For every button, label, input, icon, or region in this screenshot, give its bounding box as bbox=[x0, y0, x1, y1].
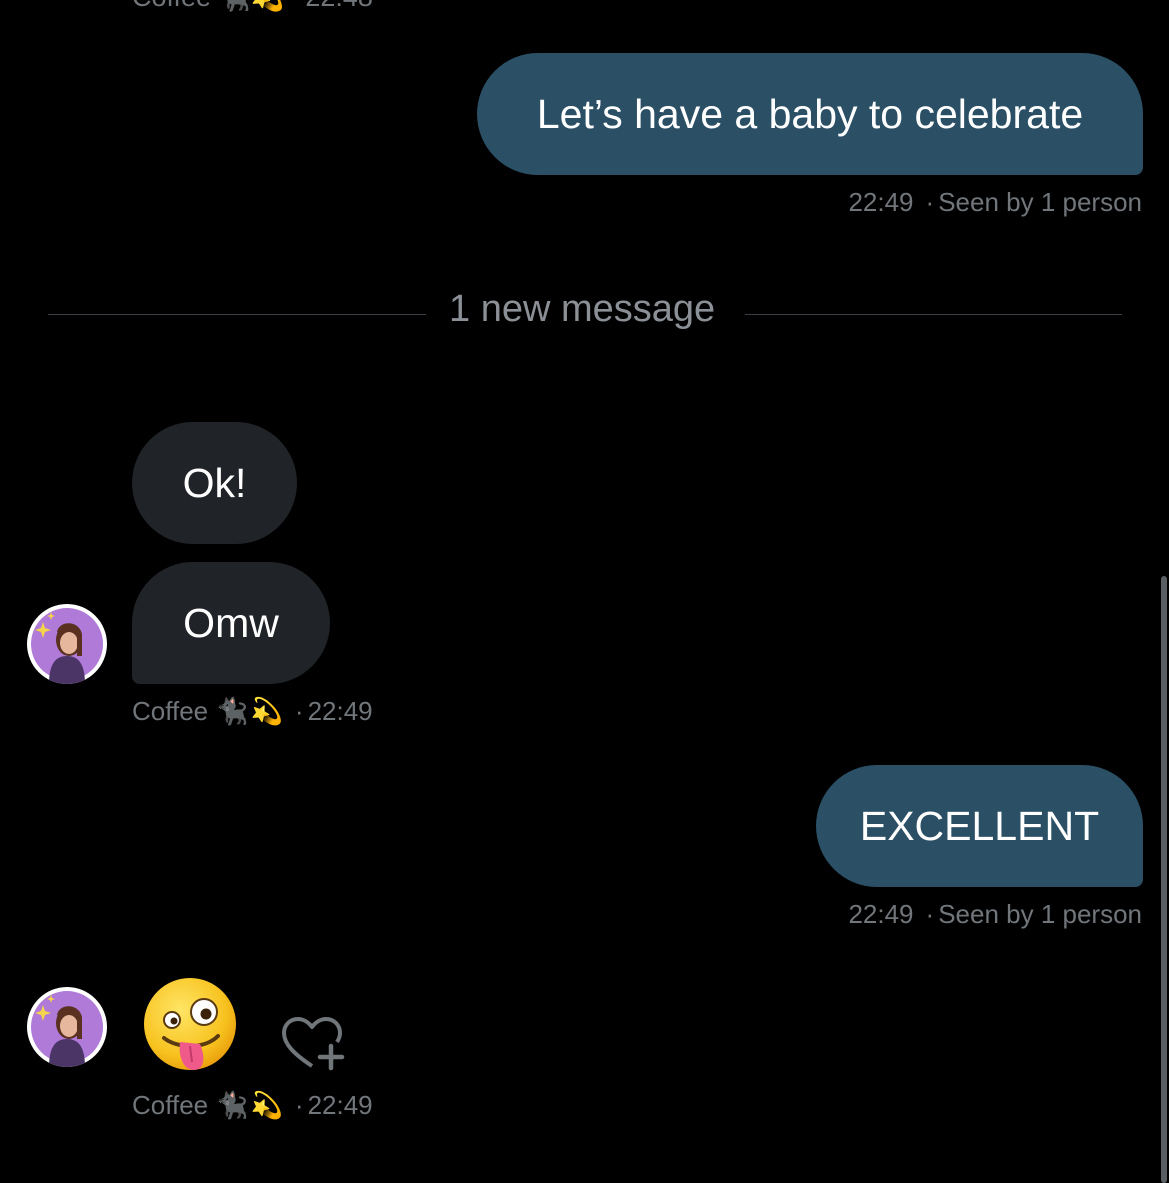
sender-emojis: 🐈‍⬛💫 bbox=[217, 0, 284, 13]
meta-dot: · bbox=[925, 898, 935, 929]
avatar-image bbox=[31, 991, 103, 1067]
emoji-message[interactable] bbox=[140, 976, 240, 1076]
sender-name: Coffee bbox=[132, 0, 211, 13]
message-text: Let’s have a baby to celebrate bbox=[536, 90, 1084, 137]
avatar[interactable] bbox=[27, 987, 107, 1067]
seen-status: Seen by 1 person bbox=[938, 186, 1142, 217]
message-meta: Coffee 🐈‍⬛💫 · 22:49 bbox=[132, 694, 373, 728]
message-meta: 22:49 · Seen by 1 person bbox=[848, 897, 1142, 931]
outgoing-message-bubble[interactable]: EXCELLENT bbox=[816, 765, 1143, 887]
message-meta: Coffee 🐈‍⬛💫 · 22:49 bbox=[132, 1088, 373, 1122]
sender-emojis: 🐈‍⬛💫 bbox=[216, 695, 285, 726]
heart-add-icon[interactable] bbox=[280, 1016, 346, 1072]
sender-emojis: 🐈‍⬛💫 bbox=[216, 1089, 285, 1120]
message-time: 22:48 bbox=[305, 0, 373, 13]
message-text: EXCELLENT bbox=[859, 802, 1100, 849]
meta-dot: · bbox=[294, 1089, 304, 1120]
incoming-message-bubble[interactable]: Omw bbox=[132, 562, 330, 684]
seen-status: Seen by 1 person bbox=[938, 898, 1142, 929]
divider-line-left bbox=[48, 314, 426, 315]
divider-line-right bbox=[745, 314, 1122, 315]
message-text: Omw bbox=[183, 599, 279, 646]
message-time: 22:49 bbox=[307, 1089, 373, 1120]
message-text: Ok! bbox=[182, 459, 247, 506]
message-time: 22:49 bbox=[307, 695, 373, 726]
meta-dot: · bbox=[290, 0, 299, 13]
outgoing-message-bubble[interactable]: Let’s have a baby to celebrate bbox=[477, 53, 1143, 175]
avatar[interactable] bbox=[27, 604, 107, 684]
zany-face-emoji bbox=[144, 978, 236, 1070]
meta-dot: · bbox=[294, 695, 304, 726]
new-message-divider: 1 new message bbox=[449, 286, 715, 332]
incoming-message-bubble[interactable]: Ok! bbox=[132, 422, 297, 544]
message-time: 22:49 bbox=[848, 186, 914, 217]
message-time: 22:49 bbox=[848, 898, 914, 929]
divider-label: 1 new message bbox=[449, 288, 716, 330]
sender-name[interactable]: Coffee bbox=[132, 696, 208, 727]
message-meta-top: Coffee 🐈‍⬛💫 · 22:48 bbox=[132, 0, 373, 12]
sender-name[interactable]: Coffee bbox=[132, 1090, 208, 1121]
message-meta: 22:49 · Seen by 1 person bbox=[848, 185, 1142, 219]
meta-dot: · bbox=[925, 186, 935, 217]
avatar-image bbox=[31, 608, 103, 684]
scrollbar-thumb[interactable] bbox=[1161, 576, 1167, 1183]
